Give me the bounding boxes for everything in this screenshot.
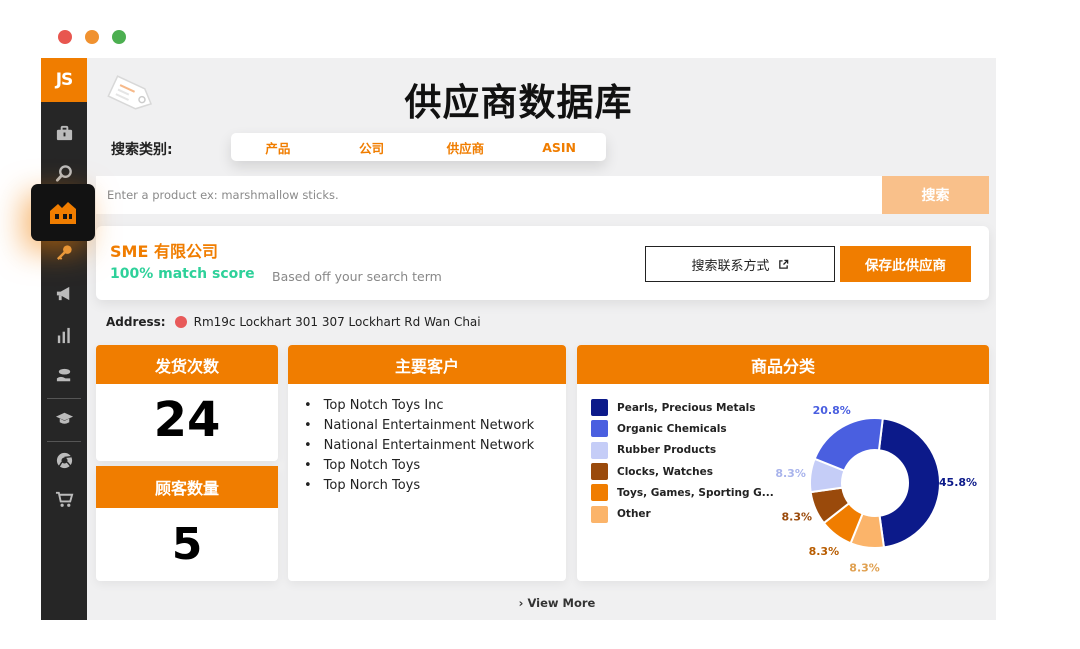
bar-chart-icon[interactable] bbox=[41, 320, 87, 350]
list-item[interactable]: National Entertainment Network bbox=[304, 416, 549, 436]
search-contact-button[interactable]: 搜索联系方式 bbox=[645, 246, 835, 282]
key-icon[interactable] bbox=[41, 237, 87, 267]
customers-count-value: 5 bbox=[171, 519, 203, 570]
search-bar: 搜索 bbox=[96, 176, 989, 214]
chrome-icon[interactable] bbox=[41, 445, 87, 475]
sidebar-item-supplier-active[interactable] bbox=[31, 184, 95, 241]
tab-asin[interactable]: ASIN bbox=[512, 140, 606, 155]
external-link-icon bbox=[778, 259, 788, 269]
search-category-tabs: 产品 公司 供应商 ASIN bbox=[231, 133, 606, 161]
page-title: 供应商数据库 bbox=[404, 81, 633, 124]
cart-icon[interactable] bbox=[41, 484, 87, 514]
donut-slice bbox=[877, 417, 941, 549]
list-item[interactable]: Top Notch Toys Inc bbox=[304, 396, 549, 416]
categories-card: 商品分类 Pearls, Precious Metals Organic Chem… bbox=[577, 345, 989, 581]
shipments-value: 24 bbox=[153, 392, 221, 448]
donut-value-label: 20.8% bbox=[813, 404, 851, 417]
view-more-label: View More bbox=[527, 596, 596, 610]
minimize-window-dot[interactable] bbox=[85, 30, 99, 44]
list-item[interactable]: Top Notch Toys bbox=[304, 456, 549, 476]
tab-company[interactable]: 公司 bbox=[325, 138, 419, 157]
address-row: Address: Rm19c Lockhart 301 307 Lockhart… bbox=[106, 315, 481, 329]
main-customers-card: 主要客户 Top Notch Toys Inc National Enterta… bbox=[288, 345, 566, 581]
sidebar: JS bbox=[41, 58, 87, 620]
supplier-icon bbox=[50, 201, 76, 224]
sidebar-divider bbox=[47, 398, 81, 399]
donut-value-label: 8.3% bbox=[782, 510, 813, 523]
address-label: Address: bbox=[106, 315, 166, 329]
supplier-name[interactable]: SME 有限公司 bbox=[110, 238, 218, 262]
match-note: Based off your search term bbox=[272, 269, 442, 284]
save-supplier-button[interactable]: 保存此供应商 bbox=[840, 246, 971, 282]
main-customers-title: 主要客户 bbox=[288, 345, 566, 384]
donut-value-label: 8.3% bbox=[809, 545, 840, 558]
close-window-dot[interactable] bbox=[58, 30, 72, 44]
supplier-card: SME 有限公司 100% match score Based off your… bbox=[96, 226, 989, 300]
category-donut-chart: 45.8% 8.3% 8.3% 8.3% 8.3% 20.8% bbox=[775, 404, 977, 574]
sidebar-divider bbox=[47, 441, 81, 442]
tab-supplier[interactable]: 供应商 bbox=[419, 138, 513, 157]
list-item[interactable]: Top Norch Toys bbox=[304, 476, 549, 496]
search-input[interactable] bbox=[96, 176, 882, 214]
main-customers-list: Top Notch Toys Inc National Entertainmen… bbox=[288, 384, 566, 496]
maximize-window-dot[interactable] bbox=[112, 30, 126, 44]
list-item[interactable]: National Entertainment Network bbox=[304, 436, 549, 456]
megaphone-icon[interactable] bbox=[41, 278, 87, 308]
donut-value-label: 8.3% bbox=[775, 467, 806, 480]
chevron-right-icon: › bbox=[518, 596, 524, 610]
app-window: JS 供应商数据库 搜索类别: 产品 公司 供应商 ASIN Enter a p… bbox=[41, 58, 996, 620]
address-value: Rm19c Lockhart 301 307 Lockhart Rd Wan C… bbox=[193, 315, 481, 329]
tab-product[interactable]: 产品 bbox=[231, 138, 325, 157]
graduation-cap-icon[interactable] bbox=[41, 403, 87, 433]
donut-value-label: 45.8% bbox=[939, 476, 977, 489]
donut-slice bbox=[813, 417, 884, 473]
hand-coin-icon[interactable] bbox=[41, 360, 87, 390]
customers-count-title: 顾客数量 bbox=[96, 466, 278, 508]
shipments-card: 发货次数 24 bbox=[96, 345, 278, 461]
window-controls bbox=[58, 30, 126, 44]
search-contact-label: 搜索联系方式 bbox=[691, 258, 770, 274]
location-pin-icon bbox=[174, 316, 187, 328]
view-more-link[interactable]: › View More bbox=[41, 596, 996, 610]
customers-count-card: 顾客数量 5 bbox=[96, 466, 278, 581]
search-button[interactable]: 搜索 bbox=[882, 176, 989, 214]
search-category-label: 搜索类别: bbox=[111, 142, 173, 158]
donut-value-label: 8.3% bbox=[849, 561, 880, 574]
shipments-title: 发货次数 bbox=[96, 345, 278, 384]
match-score: 100% match score bbox=[110, 266, 255, 282]
